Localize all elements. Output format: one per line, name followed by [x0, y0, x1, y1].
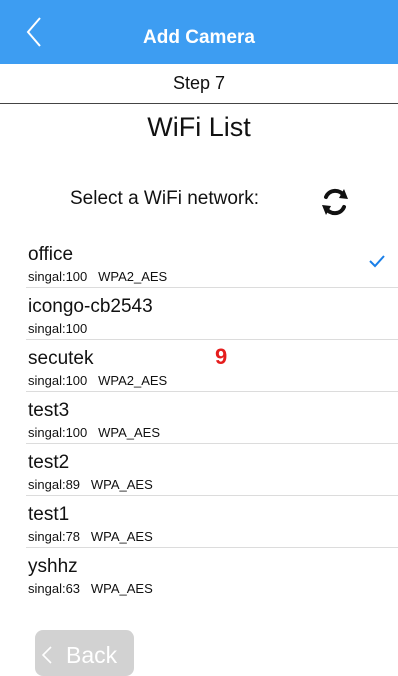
wifi-network-name: test3: [28, 400, 70, 421]
wifi-network-signal-security: singal:78 WPA_AES: [28, 529, 153, 544]
wifi-network-signal-security: singal:89 WPA_AES: [28, 477, 153, 492]
checkmark-icon: [369, 255, 385, 268]
refresh-button[interactable]: [317, 184, 353, 220]
back-button[interactable]: Back: [35, 630, 134, 676]
wifi-network-name: secutek: [28, 348, 94, 369]
wifi-network-signal-security: singal:100 WPA_AES: [28, 425, 160, 440]
step-indicator: Step 7: [0, 64, 398, 104]
wifi-network-name: test2: [28, 452, 70, 473]
wifi-network-item[interactable]: test2 singal:89 WPA_AES: [26, 444, 398, 496]
wifi-network-name: test1: [28, 504, 70, 525]
wifi-network-signal-security: singal:100: [28, 321, 88, 336]
wifi-network-signal-security: singal:63 WPA_AES: [28, 581, 153, 596]
wifi-network-item[interactable]: icongo-cb2543 singal:100: [26, 288, 398, 340]
wifi-network-item[interactable]: test1 singal:78 WPA_AES: [26, 496, 398, 548]
wifi-network-signal-security: singal:100 WPA2_AES: [28, 373, 168, 388]
chevron-left-icon: [41, 646, 52, 664]
refresh-icon: [322, 188, 348, 216]
wifi-network-item[interactable]: secutek singal:100 WPA2_AES: [26, 340, 398, 392]
back-button-label: Back: [66, 642, 118, 668]
wifi-network-item[interactable]: test3 singal:100 WPA_AES: [26, 392, 398, 444]
nav-title: Add Camera: [143, 27, 255, 48]
overlay-badge: 9: [215, 344, 228, 369]
select-network-row: Select a WiFi network:: [0, 180, 398, 222]
page-title: WiFi List: [147, 112, 251, 142]
select-network-label: Select a WiFi network:: [70, 188, 259, 209]
wifi-network-name: yshhz: [28, 556, 78, 577]
wifi-network-name: office: [28, 244, 74, 265]
wifi-network-item[interactable]: yshhz singal:63 WPA_AES: [26, 548, 398, 600]
wifi-network-list[interactable]: office singal:100 WPA2_AES icongo-cb2543 si…: [0, 236, 398, 610]
nav-bar: Add Camera: [0, 0, 398, 64]
wifi-network-item[interactable]: office singal:100 WPA2_AES: [26, 236, 398, 288]
wifi-network-name: icongo-cb2543: [28, 296, 153, 317]
wifi-network-signal-security: singal:100 WPA2_AES: [28, 269, 168, 284]
